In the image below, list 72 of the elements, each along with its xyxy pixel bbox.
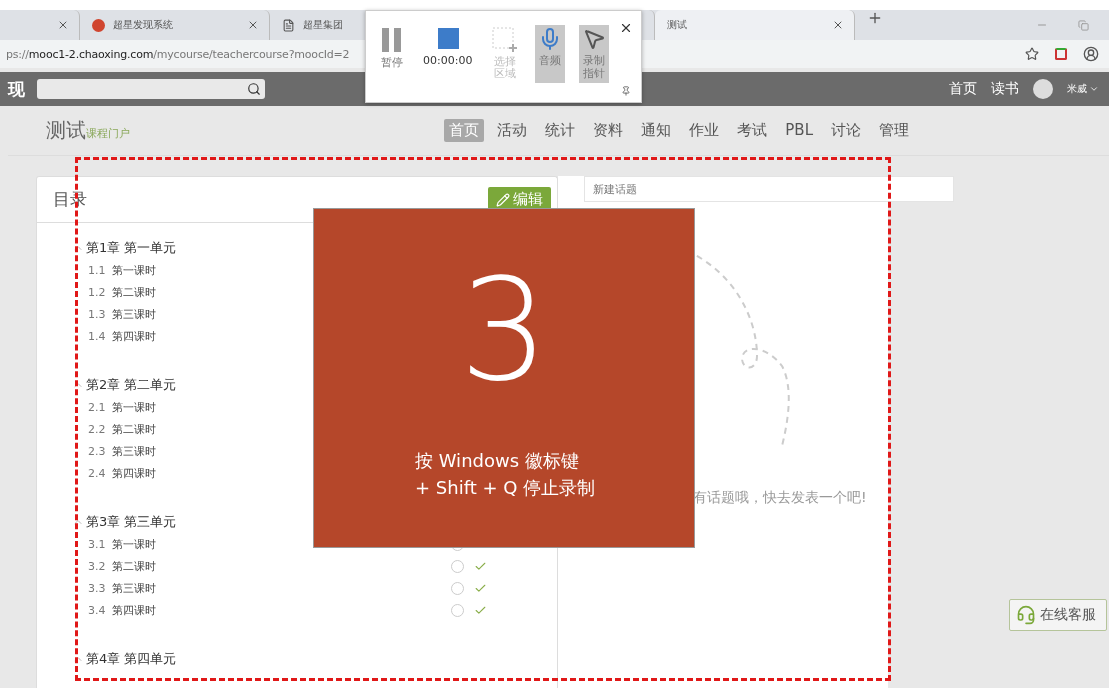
user-menu[interactable]: 米威 <box>1067 82 1099 96</box>
lesson-title[interactable]: 第三课时 <box>112 306 156 322</box>
chapter-title[interactable]: 第3章 第三单元 <box>86 513 177 531</box>
course-nav-tab[interactable]: 作业 <box>684 119 725 142</box>
countdown-number: 3 <box>459 261 549 401</box>
document-icon <box>282 18 295 32</box>
stop-icon <box>436 27 459 51</box>
address-field[interactable]: ps://mooc1-2.chaoxing.com/mycourse/teachercourse?moocId=2 <box>6 47 350 61</box>
pencil-icon <box>496 192 510 207</box>
close-icon[interactable] <box>247 19 259 31</box>
lesson-title[interactable]: 第四课时 <box>112 465 156 481</box>
pin-icon[interactable] <box>621 86 631 96</box>
chevron-down-icon[interactable] <box>1089 84 1099 94</box>
lesson-title[interactable]: 第三课时 <box>112 443 156 459</box>
lesson-title[interactable]: 第一课时 <box>112 262 156 278</box>
lesson-number: 2.3 <box>88 444 107 458</box>
chapter-title[interactable]: 第1章 第一单元 <box>86 239 177 257</box>
recorder-button[interactable]: 暂停 <box>378 25 406 83</box>
lesson-number: 2.4 <box>88 466 107 480</box>
lesson-number: 3.3 <box>88 581 107 595</box>
search-field[interactable] <box>37 79 265 99</box>
lesson-title[interactable]: 第四课时 <box>112 602 156 618</box>
lesson-number: 1.2 <box>88 285 107 299</box>
lesson-number: 3.1 <box>88 537 107 551</box>
lesson-title[interactable]: 第四课时 <box>112 328 156 344</box>
lesson-number: 2.1 <box>88 400 107 414</box>
lesson-title[interactable]: 第二课时 <box>112 421 156 437</box>
course-title: 测试 <box>46 117 86 144</box>
close-icon[interactable] <box>832 19 844 31</box>
course-nav-tab[interactable]: 活动 <box>492 119 533 142</box>
stop-hint-text: 按 Windows 徽标键 + Shift + Q 停止录制 <box>415 449 596 500</box>
search-icon[interactable] <box>247 82 261 96</box>
lesson-number: 1.4 <box>88 329 107 343</box>
course-nav-tab[interactable]: 管理 <box>874 119 914 142</box>
nav-link[interactable]: 读书 <box>991 80 1019 98</box>
lesson-title[interactable]: 第二课时 <box>112 284 156 300</box>
bookmark-star-icon[interactable] <box>1025 47 1039 61</box>
close-icon[interactable] <box>57 19 69 31</box>
lesson-number: 3.2 <box>88 559 107 573</box>
browser-tab[interactable]: 测试 <box>655 10 855 40</box>
chapter-title[interactable]: 第4章 第四单元 <box>86 650 177 668</box>
lesson-title[interactable]: 第一课时 <box>112 536 156 552</box>
course-nav-tab[interactable]: 资料 <box>588 119 629 142</box>
lesson-title[interactable]: 第一课时 <box>112 399 156 415</box>
pointer-icon <box>582 27 607 51</box>
nav-link[interactable]: 首页 <box>949 80 977 98</box>
course-nav-tab[interactable]: 统计 <box>540 119 581 142</box>
lesson-number: 1.3 <box>88 307 107 321</box>
extension-icon[interactable] <box>1055 48 1067 60</box>
online-support-button[interactable]: 在线客服 <box>1009 599 1107 631</box>
headset-icon <box>1016 605 1036 625</box>
recorder-button[interactable]: 00:00:00 <box>420 25 476 83</box>
course-nav-tab[interactable]: PBL <box>780 119 818 142</box>
lesson-title[interactable]: 第二课时 <box>112 558 156 574</box>
new-tab-icon[interactable] <box>867 10 883 26</box>
logo-text: 现 <box>8 77 25 101</box>
region-select-icon <box>492 27 519 52</box>
course-nav-tab[interactable]: 讨论 <box>826 119 866 142</box>
pause-icon <box>381 27 403 53</box>
account-icon[interactable] <box>1083 46 1099 62</box>
site-logo-icon <box>92 18 105 32</box>
course-nav-tab[interactable]: 考试 <box>732 119 773 142</box>
close-icon[interactable] <box>619 21 633 35</box>
new-topic-field[interactable]: 新建话题 <box>584 176 954 202</box>
lesson-number: 2.2 <box>88 422 107 436</box>
chapter-title[interactable]: 第2章 第二单元 <box>86 376 177 394</box>
lesson-number: 3.4 <box>88 603 107 617</box>
course-nav-tab[interactable]: 通知 <box>636 119 677 142</box>
lesson-title[interactable]: 第三课时 <box>112 580 156 596</box>
lesson-number: 1.1 <box>88 263 107 277</box>
empty-state-text: 有话题哦，快去发表一个吧! <box>693 489 867 507</box>
avatar[interactable] <box>1033 79 1053 99</box>
